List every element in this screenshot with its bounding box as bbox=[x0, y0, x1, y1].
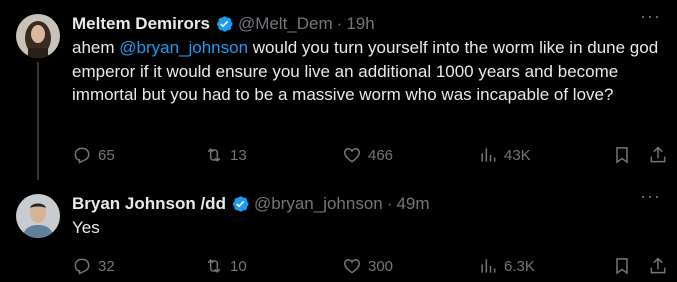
retweet-button[interactable]: 10 bbox=[204, 254, 247, 278]
retweet-count: 10 bbox=[230, 257, 247, 275]
action-bar: 65 13 466 43K bbox=[64, 143, 666, 167]
reply-button[interactable]: 32 bbox=[72, 254, 115, 278]
timestamp[interactable]: 19h bbox=[346, 14, 374, 34]
tweet-bryan[interactable]: Bryan Johnson /dd @bryan_johnson · 49m ·… bbox=[0, 180, 677, 282]
bookmark-icon bbox=[616, 147, 628, 164]
like-icon bbox=[343, 147, 361, 163]
like-button[interactable]: 300 bbox=[342, 254, 393, 278]
views-icon bbox=[481, 259, 496, 273]
mention-link[interactable]: @bryan_johnson bbox=[119, 38, 248, 57]
reply-button[interactable]: 65 bbox=[72, 143, 115, 167]
retweet-count: 13 bbox=[230, 146, 247, 164]
tweet-meltem[interactable]: Meltem Demirors @Melt_Dem · 19h ··· ahem… bbox=[0, 0, 677, 180]
timestamp[interactable]: 49m bbox=[396, 194, 429, 214]
views-count: 6.3K bbox=[504, 257, 535, 275]
verified-badge-icon bbox=[230, 194, 250, 214]
reply-count: 32 bbox=[98, 257, 115, 275]
more-icon[interactable]: ··· bbox=[640, 186, 661, 207]
author-handle[interactable]: @Melt_Dem bbox=[238, 14, 333, 34]
views-count: 43K bbox=[504, 146, 531, 164]
tweet-text-prefix: ahem bbox=[72, 38, 120, 57]
more-icon[interactable]: ··· bbox=[640, 6, 661, 27]
views-button[interactable]: 6.3K bbox=[478, 254, 535, 278]
share-button[interactable] bbox=[648, 254, 668, 278]
share-icon bbox=[650, 146, 666, 163]
separator: · bbox=[336, 14, 343, 33]
like-button[interactable]: 466 bbox=[342, 143, 393, 167]
action-bar: 32 10 300 6.3K bbox=[64, 254, 666, 278]
views-icon bbox=[481, 148, 496, 162]
author-name[interactable]: Meltem Demirors bbox=[72, 14, 210, 34]
share-button[interactable] bbox=[648, 143, 668, 167]
reply-icon bbox=[74, 147, 90, 164]
separator: · bbox=[386, 194, 393, 213]
like-count: 466 bbox=[368, 146, 394, 164]
retweet-icon bbox=[207, 148, 221, 162]
retweet-icon bbox=[207, 259, 221, 273]
like-count: 300 bbox=[368, 257, 394, 275]
avatar[interactable] bbox=[16, 14, 60, 58]
verified-badge-icon bbox=[214, 14, 234, 34]
views-button[interactable]: 43K bbox=[478, 143, 531, 167]
like-icon bbox=[343, 258, 361, 274]
reply-icon bbox=[74, 258, 90, 275]
tweet-text: Yes bbox=[72, 218, 100, 237]
tweet-header: Meltem Demirors @Melt_Dem · 19h bbox=[72, 12, 661, 36]
retweet-button[interactable]: 13 bbox=[204, 143, 247, 167]
author-handle[interactable]: @bryan_johnson bbox=[254, 194, 383, 214]
bookmark-button[interactable] bbox=[612, 254, 632, 278]
share-icon bbox=[650, 257, 666, 274]
author-name[interactable]: Bryan Johnson /dd bbox=[72, 194, 226, 214]
bookmark-button[interactable] bbox=[612, 143, 632, 167]
tweet-header: Bryan Johnson /dd @bryan_johnson · 49m bbox=[72, 192, 661, 216]
thread-line bbox=[37, 62, 39, 180]
avatar[interactable] bbox=[16, 194, 60, 238]
reply-count: 65 bbox=[98, 146, 115, 164]
bookmark-icon bbox=[616, 258, 628, 275]
tweet-text: ahem @bryan_johnson would you turn yours… bbox=[72, 36, 664, 107]
